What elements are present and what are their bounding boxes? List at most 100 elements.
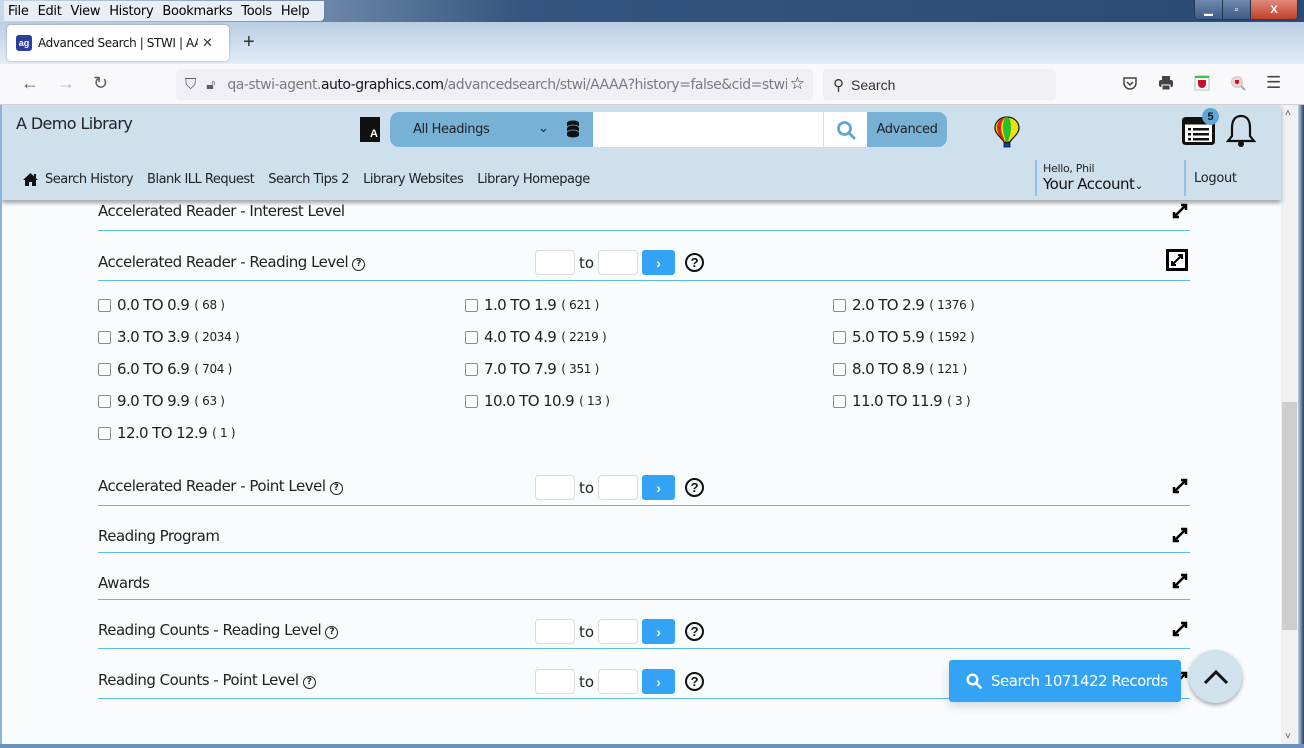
range-from-input[interactable] [535, 250, 575, 275]
checkbox[interactable] [833, 298, 846, 312]
checkbox[interactable] [465, 394, 478, 408]
browser-search-bar[interactable]: ⚲ Search [823, 69, 1056, 100]
facet-option[interactable]: 6.0 TO 6.9 ( 704 ) [98, 360, 232, 378]
checkbox[interactable] [465, 298, 478, 312]
expand-icon[interactable] [1172, 203, 1188, 219]
mcafee-extension-icon[interactable] [1194, 75, 1210, 95]
checkbox[interactable] [833, 330, 846, 344]
help-icon[interactable]: ? [685, 622, 705, 641]
facet-option[interactable]: 10.0 TO 10.9 ( 13 ) [465, 392, 610, 410]
expand-icon[interactable] [1172, 573, 1188, 589]
your-account-dropdown[interactable]: Your Account⌄ [1043, 175, 1144, 193]
reload-icon[interactable]: ↻ [93, 73, 108, 94]
range-from-input[interactable] [535, 619, 575, 644]
range-to-input[interactable] [598, 619, 639, 644]
page-scrollbar[interactable]: ˄ ˅ [1281, 105, 1298, 745]
checkbox[interactable] [98, 330, 111, 344]
expand-icon[interactable] [1172, 621, 1188, 637]
range-from-input[interactable] [535, 475, 575, 500]
checkbox[interactable] [465, 362, 478, 376]
checkbox[interactable] [833, 362, 846, 376]
range-go-button[interactable]: › [642, 669, 676, 694]
new-tab-button[interactable]: + [243, 31, 255, 54]
facet-option[interactable]: 5.0 TO 5.9 ( 1592 ) [833, 328, 975, 346]
range-go-button[interactable]: › [642, 250, 676, 275]
menu-bookmarks[interactable]: Bookmarks [162, 4, 232, 19]
back-icon[interactable]: ← [21, 73, 39, 94]
range-go-button[interactable]: › [642, 619, 676, 644]
mcafee-search-icon[interactable] [1230, 75, 1246, 95]
nav-blank-ill-request[interactable]: Blank ILL Request [147, 172, 255, 187]
help-icon[interactable]: ? [302, 676, 316, 689]
scroll-down-icon[interactable]: ˅ [1285, 731, 1291, 742]
database-icon[interactable] [566, 120, 580, 138]
main-search-input[interactable] [593, 112, 823, 147]
facet-option[interactable]: 4.0 TO 4.9 ( 2219 ) [465, 328, 607, 346]
help-icon[interactable]: ? [325, 626, 339, 639]
close-window-button[interactable]: X [1251, 0, 1297, 19]
expand-icon[interactable] [1172, 527, 1188, 543]
menu-help[interactable]: Help [281, 4, 310, 19]
nav-library-websites[interactable]: Library Websites [363, 172, 464, 187]
help-icon[interactable]: ? [685, 478, 705, 497]
checkbox[interactable] [833, 394, 846, 408]
help-icon[interactable]: ? [685, 672, 705, 691]
facet-option[interactable]: 7.0 TO 7.9 ( 351 ) [465, 360, 599, 378]
search-submit-button[interactable] [824, 112, 867, 147]
balloon-icon[interactable] [994, 116, 1020, 148]
range-to-input[interactable] [598, 669, 639, 694]
checkbox[interactable] [98, 362, 111, 376]
help-icon[interactable]: ? [329, 482, 343, 495]
menu-history[interactable]: History [109, 4, 153, 19]
facet-option[interactable]: 9.0 TO 9.9 ( 63 ) [98, 392, 225, 410]
range-from-input[interactable] [535, 669, 575, 694]
heading-select[interactable]: All Headings ⌄ [390, 112, 593, 147]
checkbox[interactable] [98, 394, 111, 408]
bookmark-star-icon[interactable]: ☆ [790, 74, 805, 94]
facet-option[interactable]: 12.0 TO 12.9 ( 1 ) [98, 424, 236, 442]
range-to-input[interactable] [598, 250, 639, 275]
advanced-search-button[interactable]: Advanced [867, 112, 947, 147]
nav-library-homepage[interactable]: Library Homepage [477, 172, 590, 187]
expand-icon[interactable] [1172, 478, 1188, 494]
translate-icon[interactable]: A [360, 117, 380, 142]
scrollbar-thumb[interactable] [1282, 402, 1297, 630]
facet-option[interactable]: 1.0 TO 1.9 ( 621 ) [465, 296, 599, 314]
nav-search-history[interactable]: Search History [45, 172, 134, 187]
forward-icon[interactable]: → [57, 73, 75, 94]
facet-option[interactable]: 3.0 TO 3.9 ( 2034 ) [98, 328, 240, 346]
collapse-icon[interactable] [1166, 249, 1188, 271]
url-text[interactable]: qa-stwi-agent.auto-graphics.com/advanced… [227, 77, 787, 93]
pocket-icon[interactable] [1122, 75, 1138, 95]
range-go-button[interactable]: › [642, 475, 676, 500]
logout-link[interactable]: Logout [1184, 160, 1237, 196]
range-to-input[interactable] [598, 475, 639, 500]
checkbox[interactable] [465, 330, 478, 344]
help-icon[interactable]: ? [352, 258, 366, 271]
facet-option[interactable]: 0.0 TO 0.9 ( 68 ) [98, 296, 225, 314]
home-icon[interactable] [22, 172, 39, 187]
search-records-button[interactable]: Search 1071422 Records [949, 660, 1181, 702]
menu-tools[interactable]: Tools [241, 4, 272, 19]
maximize-button[interactable]: ▫ [1223, 0, 1251, 19]
menu-file[interactable]: File [8, 4, 29, 19]
tracking-shield-icon[interactable]: ⛉ [185, 76, 196, 93]
account-menu[interactable]: Hello, Phil Your Account⌄ [1035, 160, 1144, 196]
tab-close-icon[interactable]: ✕ [202, 35, 213, 51]
help-icon[interactable]: ? [685, 253, 705, 272]
checkbox[interactable] [98, 298, 111, 312]
menu-view[interactable]: View [71, 4, 101, 19]
checkbox[interactable] [98, 426, 111, 440]
facet-option[interactable]: 2.0 TO 2.9 ( 1376 ) [833, 296, 975, 314]
menu-edit[interactable]: Edit [38, 4, 62, 19]
scroll-to-top-button[interactable] [1189, 650, 1242, 703]
facet-option[interactable]: 8.0 TO 8.9 ( 121 ) [833, 360, 967, 378]
nav-search-tips[interactable]: Search Tips 2 [268, 172, 349, 187]
minimize-button[interactable]: ▁ [1195, 0, 1223, 19]
browser-tab-active[interactable]: ag Advanced Search | STWI | AAAA ✕ [7, 25, 229, 61]
print-icon[interactable] [1158, 75, 1174, 95]
notification-bell-icon[interactable] [1226, 114, 1256, 148]
url-bar[interactable]: ⛉ 🔓︎ qa-stwi-agent.auto-graphics.com/adv… [176, 69, 813, 100]
hamburger-menu-icon[interactable]: ☰ [1266, 73, 1281, 93]
facet-option[interactable]: 11.0 TO 11.9 ( 3 ) [833, 392, 971, 410]
